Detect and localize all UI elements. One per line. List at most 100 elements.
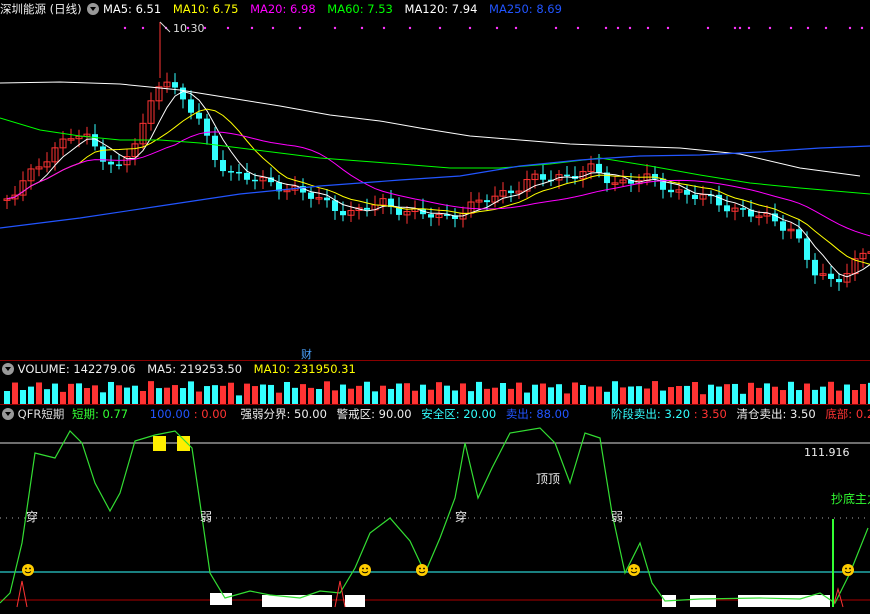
- level-label: 111.916: [804, 446, 850, 459]
- dropdown-icon[interactable]: [2, 407, 14, 420]
- smiley-eye: [25, 567, 27, 570]
- smiley-eye: [845, 567, 847, 570]
- marker-dot: [141, 26, 145, 30]
- marker-dot: [666, 26, 670, 30]
- volume-bar: [708, 384, 714, 404]
- volume-bar: [452, 390, 458, 404]
- signal-block: [345, 595, 365, 607]
- qfr-stage-sell-b: : 3.50: [693, 407, 727, 421]
- volume-bar: [148, 381, 154, 404]
- candle-body: [564, 174, 570, 177]
- label-ruo-1: 弱: [200, 510, 212, 524]
- candle-body: [212, 135, 218, 161]
- marker-dot: [860, 26, 864, 30]
- volume-bar: [284, 381, 290, 404]
- candle-body: [668, 189, 674, 193]
- signal-block: [210, 593, 232, 605]
- volume-bar: [684, 385, 690, 404]
- volume-bar: [124, 387, 130, 404]
- candle-body: [836, 278, 842, 283]
- volume-bar: [820, 386, 826, 404]
- qfr-clear-sell: 清仓卖出: 3.50: [736, 407, 816, 421]
- volume-bar: [796, 390, 802, 404]
- candle-body: [692, 194, 698, 200]
- marker-dot: [747, 26, 751, 30]
- ma10-value: MA10: 6.75: [172, 2, 239, 16]
- marker-dot: [250, 26, 254, 30]
- volume-bar: [620, 387, 626, 404]
- qfr-sell: 卖出: 88.00: [505, 407, 570, 421]
- volume-bar: [852, 390, 858, 404]
- stock-name[interactable]: 深圳能源 (日线): [0, 2, 82, 16]
- signal-blocks: [153, 436, 830, 607]
- volume-bar: [812, 389, 818, 404]
- marker-dot: [604, 26, 608, 30]
- volume-bar: [484, 388, 490, 404]
- volume-bar: [780, 390, 786, 404]
- label-ruo-2: 弱: [611, 510, 623, 524]
- qfr-name: QFR短期: [17, 407, 65, 421]
- volume-bar: [12, 382, 18, 404]
- marker-dot: [848, 26, 852, 30]
- ma120-line: [0, 81, 861, 177]
- qfr-line: [0, 427, 869, 604]
- marker-dot: [271, 26, 275, 30]
- volume-bar: [212, 385, 218, 404]
- volume-chart[interactable]: [0, 378, 870, 404]
- candle-body: [812, 259, 818, 276]
- volume-bar: [652, 381, 658, 404]
- volume-bar: [532, 384, 538, 404]
- smiley-icon: [416, 564, 428, 576]
- volume-bar: [444, 385, 450, 404]
- marker-dot: [298, 26, 302, 30]
- volume-ma10: MA10: 231950.31: [253, 362, 356, 376]
- marker-dot: [382, 26, 386, 30]
- volume-bar: [116, 385, 122, 404]
- volume-bar: [492, 387, 498, 404]
- price-header: 深圳能源 (日线) MA5: 6.51 MA10: 6.75 MA20: 6.9…: [0, 0, 870, 18]
- smiley-eye: [29, 567, 31, 570]
- volume-bar: [428, 389, 434, 404]
- volume-bar: [844, 384, 850, 404]
- volume-bar: [92, 385, 98, 404]
- dropdown-icon[interactable]: [2, 362, 14, 375]
- marker-dot: [468, 26, 472, 30]
- volume-bar: [172, 385, 178, 404]
- volume-header: VOLUME: 142279.06 MA5: 219253.50 MA10: 2…: [0, 360, 870, 378]
- volume-bar: [596, 386, 602, 404]
- qfr-safe: 安全区: 20.00: [421, 407, 497, 421]
- candle-body: [324, 197, 330, 201]
- candle-body: [508, 190, 514, 194]
- high-price-label: 10.30: [173, 22, 205, 35]
- volume-bar: [436, 382, 442, 404]
- volume-bar: [52, 383, 58, 404]
- qfr-chart[interactable]: 111.916 穿 弱 顶顶 穿 弱 抄底主力: [0, 423, 870, 614]
- volume-bar: [404, 383, 410, 404]
- volume-bar: [548, 387, 554, 404]
- candle-body: [780, 221, 786, 231]
- candle-body: [236, 171, 242, 174]
- volume-bar: [268, 384, 274, 404]
- volume-bar: [636, 386, 642, 404]
- volume-bar: [340, 384, 346, 404]
- volume-bar: [476, 381, 482, 404]
- finance-marker[interactable]: 财: [301, 347, 312, 360]
- volume-bar: [508, 388, 514, 404]
- volume-bar: [612, 381, 618, 404]
- marker-dot: [514, 26, 518, 30]
- volume-bar: [660, 390, 666, 404]
- qfr-100: 100.00: [149, 407, 191, 421]
- volume-bar: [772, 386, 778, 404]
- volume-bar: [556, 384, 562, 404]
- volume-bar: [676, 385, 682, 404]
- volume-bar: [804, 383, 810, 404]
- volume-bar: [36, 382, 42, 404]
- volume-bar: [668, 387, 674, 404]
- volume-bar: [628, 386, 634, 404]
- dropdown-icon[interactable]: [87, 2, 100, 15]
- candle-body: [332, 200, 338, 211]
- price-chart[interactable]: 10.30 财: [0, 18, 870, 360]
- volume-bar: [700, 394, 706, 404]
- volume-bar: [764, 383, 770, 404]
- volume-bar: [420, 384, 426, 404]
